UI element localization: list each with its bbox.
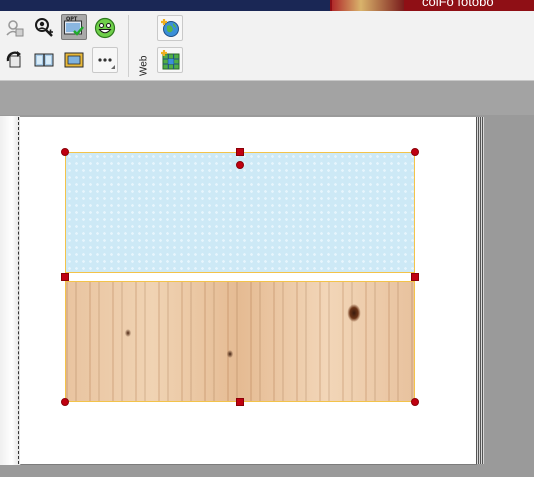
resize-handle-top-center[interactable] bbox=[236, 148, 244, 156]
hide-selection-button[interactable] bbox=[2, 15, 28, 41]
picture-frame-button[interactable] bbox=[61, 47, 87, 73]
rotate-button[interactable] bbox=[2, 47, 28, 73]
page-fold-line bbox=[18, 117, 19, 464]
rotate-icon bbox=[6, 51, 21, 68]
ribbon-toolbar: OPT Web bbox=[0, 11, 534, 81]
smiley-icon bbox=[94, 17, 116, 39]
smiley-button[interactable] bbox=[92, 15, 118, 41]
resize-handle-middle-left[interactable] bbox=[61, 273, 69, 281]
brand-logo bbox=[332, 0, 404, 11]
find-person-button[interactable] bbox=[31, 15, 57, 41]
resize-handle-middle-right[interactable] bbox=[411, 273, 419, 281]
person-hidden-icon bbox=[6, 20, 24, 37]
split-frame-button[interactable] bbox=[31, 47, 57, 73]
split-frame-icon bbox=[34, 53, 54, 67]
resize-handle-top-left[interactable] bbox=[61, 148, 69, 156]
opt-check-icon: OPT bbox=[64, 17, 84, 36]
page-stack-edge bbox=[476, 117, 484, 464]
workspace-top-band bbox=[0, 81, 534, 115]
resize-handle-bottom-left[interactable] bbox=[61, 398, 69, 406]
more-options-button[interactable] bbox=[92, 47, 118, 73]
wood-photo-frame[interactable] bbox=[65, 281, 415, 402]
more-icon bbox=[98, 58, 115, 69]
resize-handle-top-right[interactable] bbox=[411, 148, 419, 156]
rotate-handle[interactable] bbox=[236, 161, 244, 169]
web-grid-add-button[interactable] bbox=[157, 47, 183, 73]
brand-banner: colFo fotobo bbox=[330, 0, 534, 11]
grid-add-icon bbox=[161, 50, 180, 70]
picture-frame-icon bbox=[64, 52, 84, 68]
resize-handle-bottom-center[interactable] bbox=[236, 398, 244, 406]
web-group-label: Web bbox=[138, 55, 150, 77]
globe-add-icon bbox=[161, 19, 179, 37]
brand-text: colFo fotobo bbox=[422, 0, 494, 9]
page-spine bbox=[0, 116, 20, 465]
frame-gap bbox=[66, 273, 414, 281]
svg-text:OPT: OPT bbox=[66, 17, 78, 23]
web-globe-add-button[interactable] bbox=[157, 15, 183, 41]
pattern-photo-frame[interactable] bbox=[65, 152, 415, 273]
resize-handle-bottom-right[interactable] bbox=[411, 398, 419, 406]
person-search-icon bbox=[35, 18, 53, 37]
toolbar-separator bbox=[128, 15, 129, 77]
optimize-photo-button[interactable]: OPT bbox=[61, 14, 87, 40]
